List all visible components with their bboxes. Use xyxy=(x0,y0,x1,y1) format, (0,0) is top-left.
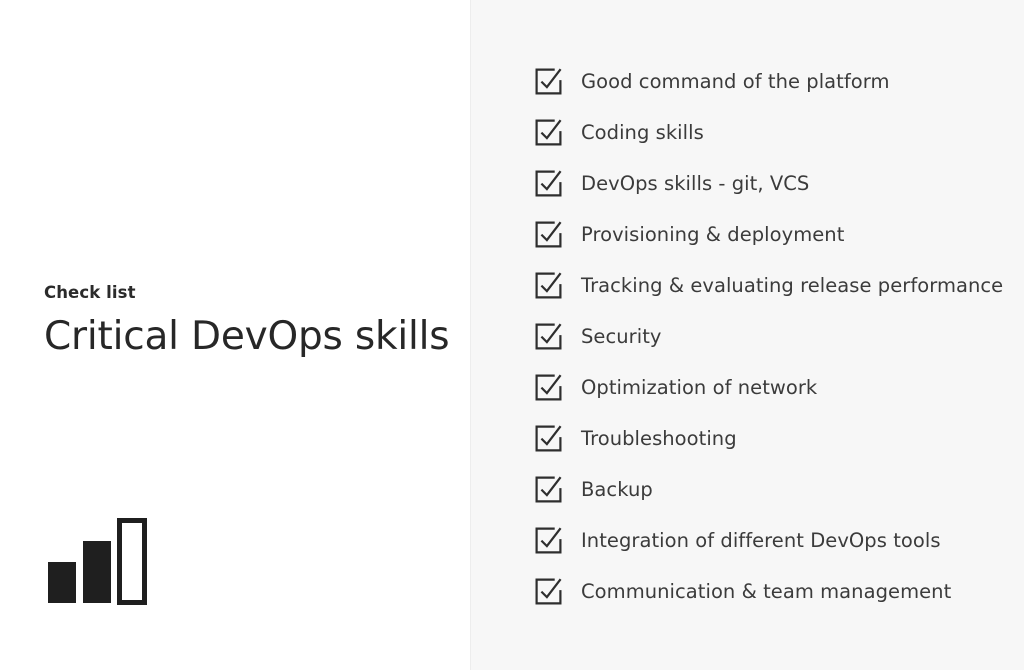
checkbox-checked-icon[interactable] xyxy=(535,323,562,350)
checklist-item[interactable]: Optimization of network xyxy=(535,362,1012,413)
checklist-item[interactable]: Tracking & evaluating release performanc… xyxy=(535,260,1012,311)
eyebrow-label: Check list xyxy=(44,283,136,302)
checklist-item-label: Backup xyxy=(581,477,653,501)
bar-chart-icon xyxy=(44,512,149,607)
checklist-item-label: Coding skills xyxy=(581,120,704,144)
checkbox-checked-icon[interactable] xyxy=(535,221,562,248)
left-panel: Check list Critical DevOps skills xyxy=(0,0,470,670)
checkbox-checked-icon[interactable] xyxy=(535,476,562,503)
checkbox-checked-icon[interactable] xyxy=(535,170,562,197)
checklist-item[interactable]: Provisioning & deployment xyxy=(535,209,1012,260)
checklist-item[interactable]: Integration of different DevOps tools xyxy=(535,515,1012,566)
bar-chart-bar-3 xyxy=(117,518,147,605)
checklist-item[interactable]: Security xyxy=(535,311,1012,362)
page-title: Critical DevOps skills xyxy=(44,313,450,359)
checklist-item[interactable]: Good command of the platform xyxy=(535,56,1012,107)
bar-chart-bar-1 xyxy=(48,562,76,603)
checklist-item-label: Tracking & evaluating release performanc… xyxy=(581,273,1004,297)
checklist-item-label: Security xyxy=(581,324,662,348)
checklist-item[interactable]: Troubleshooting xyxy=(535,413,1012,464)
checklist-item[interactable]: Communication & team management xyxy=(535,566,1012,617)
checkbox-checked-icon[interactable] xyxy=(535,68,562,95)
checklist-item-label: Good command of the platform xyxy=(581,69,890,93)
checklist-item-label: Communication & team management xyxy=(581,579,952,603)
checkbox-checked-icon[interactable] xyxy=(535,374,562,401)
checklist-item-label: Troubleshooting xyxy=(581,426,737,450)
checklist-item-label: Provisioning & deployment xyxy=(581,222,845,246)
slide-canvas: Check list Critical DevOps skills Good c… xyxy=(0,0,1024,670)
checkbox-checked-icon[interactable] xyxy=(535,527,562,554)
checkbox-checked-icon[interactable] xyxy=(535,425,562,452)
title-block: Check list Critical DevOps skills xyxy=(44,283,450,359)
checkbox-checked-icon[interactable] xyxy=(535,119,562,146)
checklist-item[interactable]: DevOps skills - git, VCS xyxy=(535,158,1012,209)
checklist-item[interactable]: Coding skills xyxy=(535,107,1012,158)
right-panel: Good command of the platform Coding skill… xyxy=(470,0,1024,670)
checklist-item[interactable]: Backup xyxy=(535,464,1012,515)
checklist-item-label: DevOps skills - git, VCS xyxy=(581,171,810,195)
checkbox-checked-icon[interactable] xyxy=(535,578,562,605)
panel-divider xyxy=(470,0,471,670)
bar-chart-bar-2 xyxy=(83,541,111,603)
checklist-item-label: Integration of different DevOps tools xyxy=(581,528,941,552)
checklist: Good command of the platform Coding skill… xyxy=(535,56,1012,617)
checkbox-checked-icon[interactable] xyxy=(535,272,562,299)
checklist-item-label: Optimization of network xyxy=(581,375,818,399)
